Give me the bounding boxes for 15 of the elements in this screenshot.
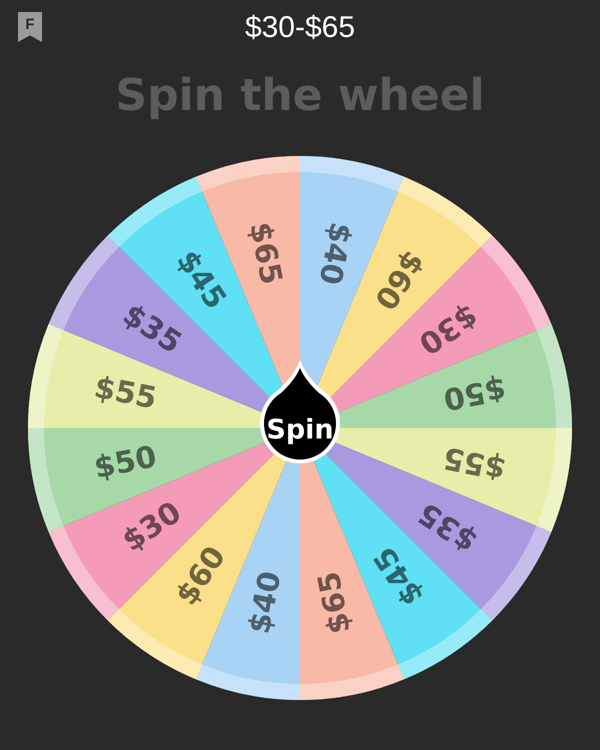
spin-button[interactable]: Spin	[260, 360, 340, 464]
page-title: $30-$65	[244, 13, 356, 43]
prize-label: $65	[242, 219, 289, 288]
prize-label: $65	[311, 568, 358, 637]
prize-label: $55	[91, 370, 160, 417]
prize-label: $55	[440, 439, 509, 486]
prize-label: $50	[440, 370, 509, 417]
prize-label: $40	[311, 219, 358, 288]
prize-label: $35	[116, 297, 188, 362]
prize-label: $40	[242, 568, 289, 637]
prize-label: $30	[116, 494, 188, 559]
bookmark-badge[interactable]: F	[18, 12, 42, 42]
prize-label: $35	[412, 494, 484, 559]
prize-label: $30	[412, 297, 484, 362]
prize-label: $50	[91, 439, 160, 486]
